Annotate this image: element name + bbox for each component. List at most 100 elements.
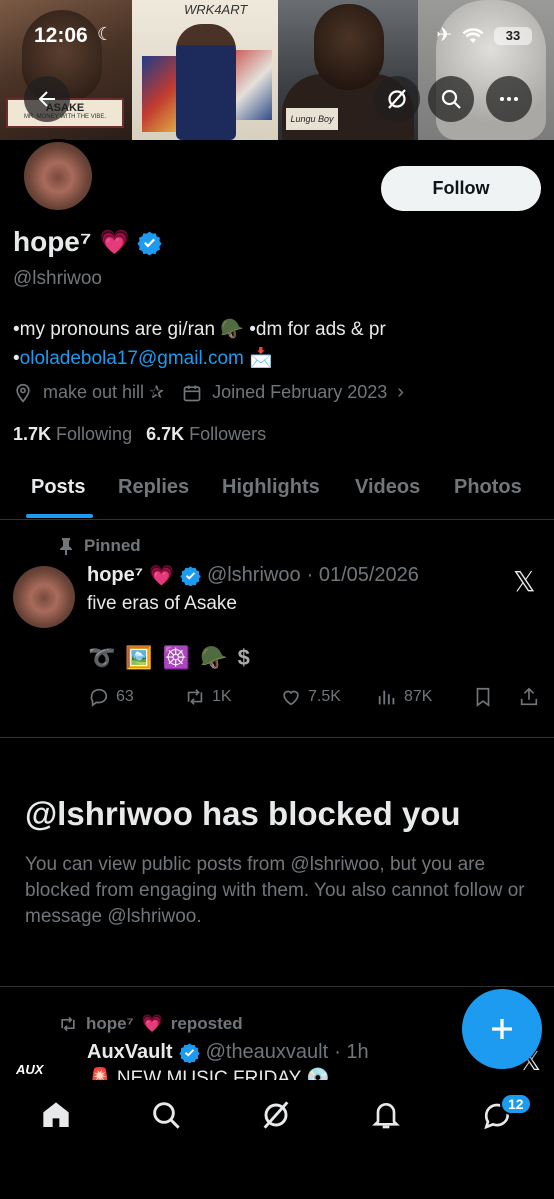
repost-count: 1K [212,688,232,705]
profile-joined[interactable]: Joined February 2023 [212,382,387,403]
pin-icon [60,538,72,555]
compose-button[interactable] [462,989,542,1069]
tab-videos[interactable]: Videos [355,476,420,499]
pinned-label: Pinned [58,536,141,556]
profile-bio: •my pronouns are gi/ran 🪖 •dm for ads & … [13,315,533,373]
more-button[interactable] [486,76,532,122]
views-icon [378,690,395,705]
grok-icon [388,89,406,109]
repost-label-name: hope⁷ [86,1014,134,1033]
share-button[interactable] [518,686,540,708]
views-button[interactable]: 87K [376,686,432,708]
post-text: five eras of Asake [87,593,237,614]
status-bar: 12:06 ☾ ✈ 33 [0,18,554,52]
repost-author-handle: @theauxvault [205,1041,329,1063]
moon-icon: ☾ [97,24,114,44]
follow-counts: 1.7K Following 6.7K Followers [13,424,266,445]
banner-card: Lungu Boy [286,108,338,130]
profile-tabs: Posts Replies Highlights Videos Photos [0,466,554,520]
post-author-emoji: 💗 [149,565,174,587]
post-actions: 63 1K 7.5K 87K [88,684,542,710]
post-header: hope⁷ 💗 @lshriwoo · 01/05/2026 [87,563,419,588]
reply-icon [90,688,108,707]
tab-posts[interactable]: Posts [31,476,85,499]
more-icon [500,97,518,101]
tab-replies[interactable]: Replies [118,476,189,499]
bookmark-icon [476,687,490,707]
display-name: hope⁷ [13,226,92,257]
name-emoji: 💗 [99,228,130,256]
followers-label: Followers [189,424,267,444]
repost-text: 🚨 NEW MUSIC FRIDAY 💿 [88,1068,330,1080]
post-author-handle: @lshriwoo [206,564,301,586]
divider [0,737,554,738]
bell-icon[interactable] [370,1099,402,1131]
repost-icon [187,689,203,705]
following-count: 1.7K [13,424,52,444]
bio-line-2: •ololadebola17@gmail.com 📩 [13,344,533,373]
bio-line-1: •my pronouns are gi/ran 🪖 •dm for ads & … [13,319,386,340]
status-icons: ✈ 33 [436,24,532,47]
repost-time: · 1h [334,1041,369,1063]
verified-badge-icon[interactable] [137,230,162,255]
blocked-title: @lshriwoo has blocked you [25,795,461,832]
home-icon[interactable] [40,1099,72,1131]
chevron-right-icon[interactable]: › [397,381,404,404]
profile-avatar[interactable] [21,139,95,213]
bio-email-link[interactable]: ololadebola17@gmail.com [20,348,244,369]
followers-link[interactable]: 6.7K Followers [146,424,266,445]
bottom-navigation [0,1082,554,1199]
bio-bullet: • [13,348,20,369]
search-icon[interactable] [150,1099,182,1131]
followers-count: 6.7K [146,424,185,444]
bio-email-emoji: 📩 [249,348,273,369]
views-count: 87K [404,688,433,705]
plus-icon [492,1019,512,1039]
tab-photos[interactable]: Photos [454,476,522,499]
repost-button[interactable]: 1K [184,686,232,708]
repost-author-name[interactable]: AuxVault [87,1041,173,1064]
location-icon [16,383,30,403]
follow-button[interactable]: Follow [381,166,541,211]
airplane-icon: ✈ [436,25,452,46]
post-author-name[interactable]: hope⁷ [87,564,143,587]
post-emoji-2: 🖼️ [125,645,153,670]
following-link[interactable]: 1.7K Following [13,424,132,445]
reply-count: 63 [116,688,134,705]
share-icon [520,687,538,706]
tab-highlights[interactable]: Highlights [222,476,320,499]
calendar-icon [183,385,201,401]
verified-badge-icon [178,1043,200,1063]
x-logo-icon[interactable]: 𝕏 [513,565,536,598]
search-icon [441,89,461,109]
heart-icon [283,690,299,706]
battery-indicator: 33 [494,26,532,45]
profile-meta: make out hill ✰ Joined February 2023 › [13,381,404,404]
arrow-left-icon [38,91,55,107]
post-emoji-4: 🪖 [200,645,228,670]
active-tab-indicator [26,514,93,518]
blocked-message: You can view public posts from @lshriwoo… [25,854,525,927]
reply-button[interactable]: 63 [88,686,134,708]
search-button[interactable] [428,76,474,122]
post-emoji-5: $ [237,645,250,670]
post-emoji-1: ➰ [88,645,116,670]
repost-icon [61,1016,75,1032]
post-author-avatar[interactable] [13,566,75,628]
bookmark-button[interactable] [472,686,494,708]
repost-label-suffix: reposted [170,1014,243,1033]
profile-location: make out hill ✰ [43,382,165,402]
messages-badge: 12 [500,1093,532,1115]
grok-button[interactable] [374,76,420,122]
verified-badge-icon [180,566,201,586]
grok-icon[interactable] [260,1099,292,1131]
wifi-icon [462,27,484,43]
like-button[interactable]: 7.5K [280,686,341,708]
like-count: 7.5K [308,688,341,705]
repost-label-emoji: 💗 [141,1014,163,1033]
back-button[interactable] [24,76,70,122]
repost-label: hope⁷ 💗 reposted [58,1014,243,1034]
profile-name-row: hope⁷ 💗 [13,226,162,258]
status-time: 12:06 [34,24,88,47]
repost-author-avatar[interactable]: AUX [16,1062,62,1084]
